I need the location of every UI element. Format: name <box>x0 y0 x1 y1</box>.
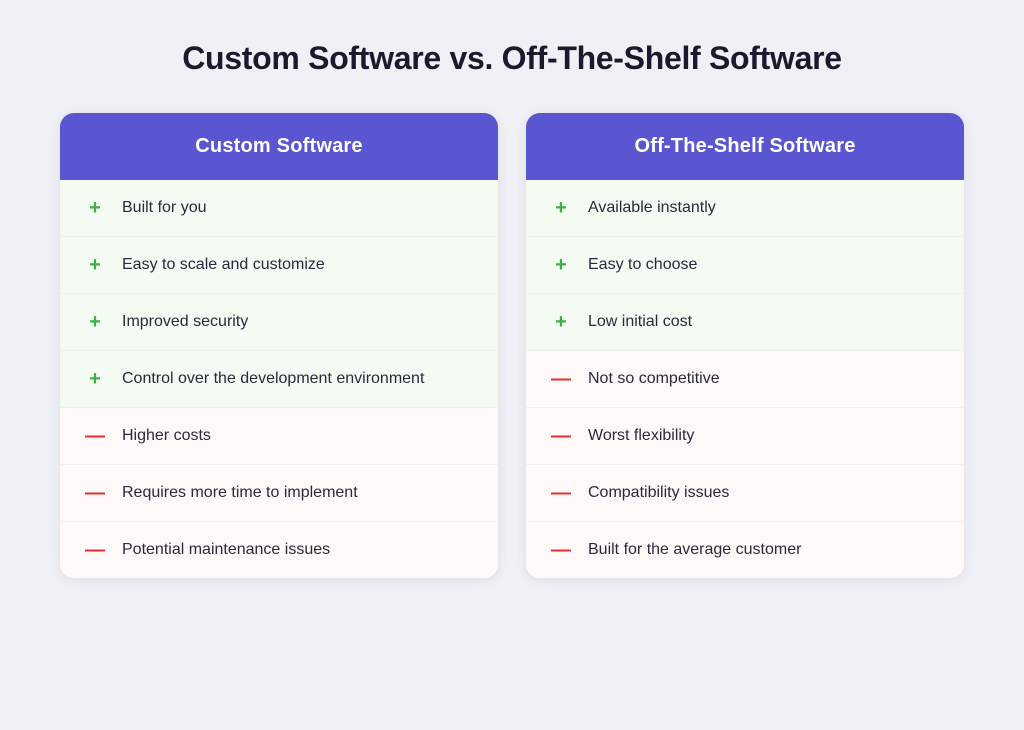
list-item: + Improved security <box>60 294 498 351</box>
column-body-custom: + Built for you + Easy to scale and customi… <box>60 180 498 578</box>
minus-icon: — <box>550 540 572 560</box>
plus-icon: + <box>84 198 106 218</box>
plus-icon: + <box>550 255 572 275</box>
column-body-offshelf: + Available instantly + Easy to choose + Low … <box>526 180 964 578</box>
column-header-custom: Custom Software <box>60 113 498 180</box>
item-text: Higher costs <box>122 427 211 445</box>
item-text: Built for the average customer <box>588 541 801 559</box>
item-text: Worst flexibility <box>588 427 694 445</box>
plus-icon: + <box>84 255 106 275</box>
item-text: Control over the development environment <box>122 370 424 388</box>
list-item: + Control over the development environmen… <box>60 351 498 408</box>
minus-icon: — <box>84 483 106 503</box>
list-item: + Easy to scale and customize <box>60 237 498 294</box>
list-item: — Requires more time to implement <box>60 465 498 522</box>
item-text: Potential maintenance issues <box>122 541 330 559</box>
column-custom: Custom Software + Built for you + Easy to sc… <box>60 113 498 578</box>
column-header-text-custom: Custom Software <box>195 135 362 157</box>
minus-icon: — <box>84 540 106 560</box>
list-item: + Built for you <box>60 180 498 237</box>
list-item: — Potential maintenance issues <box>60 522 498 578</box>
plus-icon: + <box>84 369 106 389</box>
item-text: Compatibility issues <box>588 484 729 502</box>
item-text: Easy to scale and customize <box>122 256 325 274</box>
column-header-offshelf: Off-The-Shelf Software <box>526 113 964 180</box>
list-item: + Available instantly <box>526 180 964 237</box>
plus-icon: + <box>550 312 572 332</box>
plus-icon: + <box>84 312 106 332</box>
item-text: Requires more time to implement <box>122 484 358 502</box>
minus-icon: — <box>550 483 572 503</box>
item-text: Low initial cost <box>588 313 692 331</box>
item-text: Built for you <box>122 199 206 217</box>
list-item: — Built for the average customer <box>526 522 964 578</box>
item-text: Improved security <box>122 313 248 331</box>
minus-icon: — <box>550 369 572 389</box>
list-item: + Easy to choose <box>526 237 964 294</box>
column-header-text-offshelf: Off-The-Shelf Software <box>634 135 855 157</box>
list-item: + Low initial cost <box>526 294 964 351</box>
item-text: Available instantly <box>588 199 716 217</box>
item-text: Not so competitive <box>588 370 720 388</box>
comparison-grid: Custom Software + Built for you + Easy to sc… <box>60 113 964 578</box>
list-item: — Worst flexibility <box>526 408 964 465</box>
page-wrapper: Custom Software vs. Off-The-Shelf Softwa… <box>0 0 1024 730</box>
plus-icon: + <box>550 198 572 218</box>
list-item: — Higher costs <box>60 408 498 465</box>
main-title: Custom Software vs. Off-The-Shelf Softwa… <box>182 40 841 77</box>
list-item: — Compatibility issues <box>526 465 964 522</box>
column-offshelf: Off-The-Shelf Software + Available instant… <box>526 113 964 578</box>
item-text: Easy to choose <box>588 256 697 274</box>
list-item: — Not so competitive <box>526 351 964 408</box>
minus-icon: — <box>84 426 106 446</box>
minus-icon: — <box>550 426 572 446</box>
